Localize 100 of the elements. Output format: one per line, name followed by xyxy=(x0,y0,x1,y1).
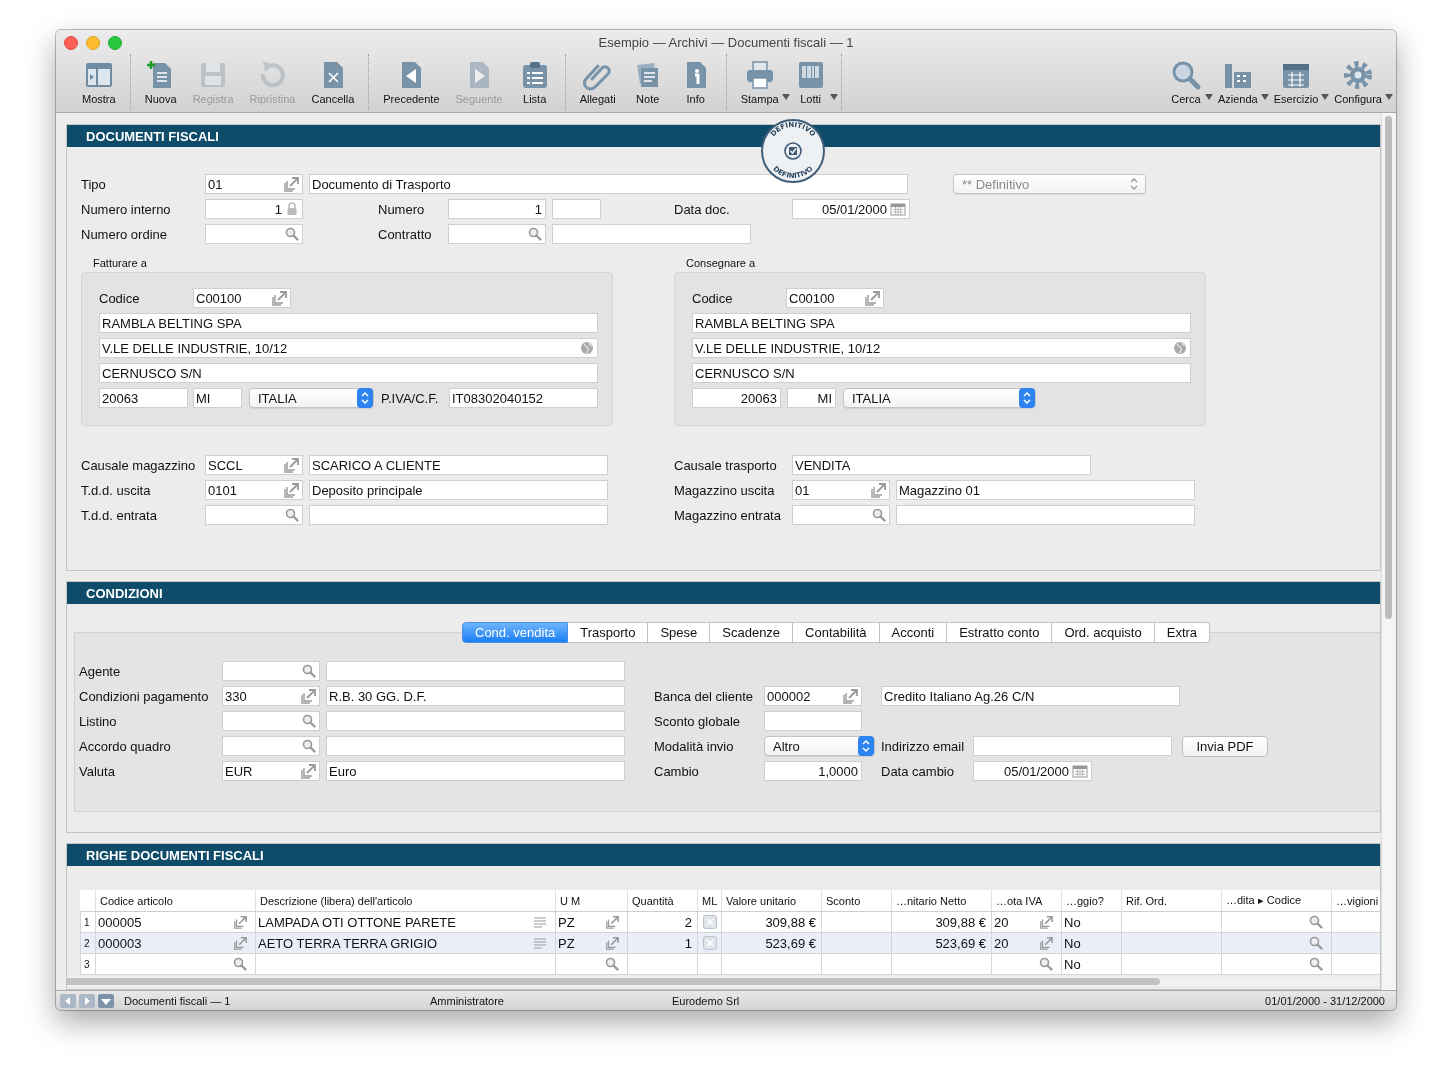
toolbar-button[interactable]: Lista xyxy=(510,59,559,110)
table-cell[interactable]: LAMPADA OTI OTTONE PARETE xyxy=(255,911,556,933)
checkbox[interactable] xyxy=(702,936,717,950)
text-field[interactable]: RAMBLA BELTING SPA xyxy=(99,313,598,333)
text-field[interactable]: Deposito principale xyxy=(309,480,608,500)
toolbar-button[interactable]: Esercizio xyxy=(1265,59,1327,110)
text-field[interactable]: 1,0000 xyxy=(764,761,862,781)
table-cell[interactable]: AETO TERRA TERRA GRIGIO xyxy=(255,932,556,954)
text-field[interactable]: CERNUSCO S/N xyxy=(99,363,598,383)
toolbar-button[interactable]: Azienda xyxy=(1209,59,1266,110)
table-cell[interactable] xyxy=(991,953,1062,975)
text-field[interactable] xyxy=(764,711,862,731)
text-field[interactable] xyxy=(326,736,625,756)
text-field[interactable] xyxy=(896,505,1195,525)
toolbar-button[interactable]: Lotti xyxy=(786,59,835,110)
checkbox[interactable] xyxy=(702,915,717,929)
toolbar-button[interactable]: Configura xyxy=(1326,59,1390,110)
tab[interactable]: Spese xyxy=(648,622,711,643)
table-cell[interactable] xyxy=(1221,911,1332,933)
dropdown[interactable]: ITALIA xyxy=(843,388,1036,408)
column-header[interactable]: U M xyxy=(555,890,628,912)
text-field[interactable]: SCARICO A CLIENTE xyxy=(309,455,608,475)
dropdown[interactable]: ITALIA xyxy=(249,388,374,408)
text-field[interactable] xyxy=(309,505,608,525)
table-cell[interactable] xyxy=(95,953,256,975)
search-field[interactable] xyxy=(448,224,546,244)
tab[interactable]: Acconti xyxy=(879,622,948,643)
toolbar-button[interactable]: Stampa xyxy=(732,59,787,110)
text-field[interactable]: MI xyxy=(193,388,242,408)
column-header[interactable]: Codice articolo xyxy=(95,890,256,912)
text-field[interactable] xyxy=(552,199,601,219)
text-field[interactable]: CERNUSCO S/N xyxy=(692,363,1191,383)
table-cell[interactable] xyxy=(1221,953,1332,975)
search-field[interactable] xyxy=(205,224,303,244)
text-field[interactable]: 1 xyxy=(448,199,546,219)
column-header[interactable]: …dita ▸ Codice xyxy=(1221,890,1332,912)
dropdown[interactable]: Altro xyxy=(764,736,875,756)
column-header[interactable]: ML xyxy=(697,890,722,912)
toolbar-button[interactable]: Allegati xyxy=(571,59,624,110)
code-field[interactable]: C00100 xyxy=(786,288,884,308)
tab[interactable]: Extra xyxy=(1154,622,1211,643)
column-header[interactable]: Sconto xyxy=(821,890,892,912)
scrollbar[interactable] xyxy=(1381,113,1396,990)
text-field[interactable] xyxy=(552,224,751,244)
table-cell[interactable]: 20 xyxy=(991,911,1062,933)
zoom-button[interactable] xyxy=(108,36,122,50)
scrollbar[interactable] xyxy=(67,977,1380,986)
code-field[interactable]: EUR xyxy=(222,761,320,781)
text-field[interactable]: Credito Italiano Ag.26 C/N xyxy=(881,686,1180,706)
text-field[interactable]: Magazzino 01 xyxy=(896,480,1195,500)
text-field[interactable]: MI xyxy=(787,388,836,408)
text-field[interactable]: RAMBLA BELTING SPA xyxy=(692,313,1191,333)
toolbar-button[interactable]: Note xyxy=(623,59,672,110)
toolbar-button[interactable]: Cerca xyxy=(1161,59,1210,110)
search-field[interactable] xyxy=(222,711,320,731)
minimize-button[interactable] xyxy=(86,36,100,50)
text-field[interactable]: Euro xyxy=(326,761,625,781)
code-field[interactable]: 0101 xyxy=(205,480,303,500)
text-field[interactable] xyxy=(326,711,625,731)
toolbar-button[interactable]: Info xyxy=(671,59,720,110)
column-header[interactable]: Rif. Ord. xyxy=(1121,890,1222,912)
column-header[interactable]: Valore unitario xyxy=(721,890,822,912)
close-button[interactable] xyxy=(64,36,78,50)
address-field[interactable]: V.LE DELLE INDUSTRIE, 10/12 xyxy=(692,338,1191,358)
text-field[interactable] xyxy=(326,661,625,681)
table-cell[interactable] xyxy=(555,953,628,975)
text-field[interactable]: 20063 xyxy=(99,388,188,408)
search-field[interactable] xyxy=(205,505,303,525)
column-header[interactable]: Quantità xyxy=(627,890,698,912)
text-field[interactable]: 20063 xyxy=(692,388,781,408)
search-field[interactable] xyxy=(222,661,320,681)
text-field[interactable]: VENDITA xyxy=(792,455,1091,475)
date-field[interactable]: 05/01/2000 xyxy=(973,761,1092,781)
action-button[interactable]: Invia PDF xyxy=(1182,735,1268,757)
code-field[interactable]: 01 xyxy=(205,174,303,194)
search-field[interactable] xyxy=(792,505,890,525)
date-field[interactable]: 05/01/2000 xyxy=(792,199,910,219)
text-field[interactable] xyxy=(973,736,1172,756)
toolbar-button[interactable]: Mostra xyxy=(74,59,124,110)
tab[interactable]: Ord. acquisto xyxy=(1052,622,1155,643)
table-cell[interactable]: 000005 xyxy=(95,911,256,933)
column-header[interactable]: Descrizione (libera) dell'articolo xyxy=(255,890,556,912)
code-field[interactable]: 330 xyxy=(222,686,320,706)
toolbar-button[interactable]: Nuova xyxy=(136,59,185,110)
code-field[interactable]: 01 xyxy=(792,480,890,500)
toolbar-button[interactable]: Precedente xyxy=(375,59,448,110)
column-header[interactable]: …nitario Netto xyxy=(891,890,992,912)
toolbar-button[interactable]: Cancella xyxy=(303,59,363,110)
tab[interactable]: Trasporto xyxy=(568,622,649,643)
text-field[interactable]: IT08302040152 xyxy=(449,388,598,408)
code-field[interactable]: C00100 xyxy=(193,288,291,308)
number-field[interactable]: 1 xyxy=(205,199,303,219)
search-field[interactable] xyxy=(222,736,320,756)
address-field[interactable]: V.LE DELLE INDUSTRIE, 10/12 xyxy=(99,338,598,358)
tab[interactable]: Estratto conto xyxy=(947,622,1053,643)
code-field[interactable]: SCCL xyxy=(205,455,303,475)
text-field[interactable]: R.B. 30 GG. D.F. xyxy=(326,686,625,706)
tab[interactable]: Contabilità xyxy=(793,622,880,643)
tab[interactable]: Scadenze xyxy=(710,622,794,643)
code-field[interactable]: 000002 xyxy=(764,686,862,706)
